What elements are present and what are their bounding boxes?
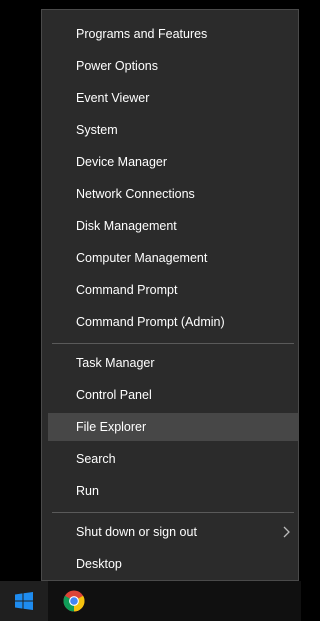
menu-item-computer-management[interactable]: Computer Management <box>48 244 298 272</box>
desktop-screen: Programs and Features Power Options Even… <box>0 0 301 621</box>
menu-item-disk-management[interactable]: Disk Management <box>48 212 298 240</box>
menu-item-power-options[interactable]: Power Options <box>48 52 298 80</box>
menu-item-shut-down-or-sign-out[interactable]: Shut down or sign out <box>48 518 298 546</box>
menu-item-search[interactable]: Search <box>48 445 298 473</box>
taskbar-chrome-button[interactable] <box>50 581 98 621</box>
chrome-icon <box>63 590 85 612</box>
menu-separator <box>52 343 294 344</box>
menu-item-device-manager[interactable]: Device Manager <box>48 148 298 176</box>
menu-item-network-connections[interactable]: Network Connections <box>48 180 298 208</box>
menu-item-label: Shut down or sign out <box>76 525 197 539</box>
menu-item-command-prompt-admin[interactable]: Command Prompt (Admin) <box>48 308 298 336</box>
menu-item-desktop[interactable]: Desktop <box>48 550 298 578</box>
menu-item-event-viewer[interactable]: Event Viewer <box>48 84 298 112</box>
menu-item-file-explorer[interactable]: File Explorer <box>48 413 298 441</box>
menu-item-run[interactable]: Run <box>48 477 298 505</box>
taskbar <box>0 581 301 621</box>
menu-item-command-prompt[interactable]: Command Prompt <box>48 276 298 304</box>
windows-logo-icon <box>15 592 33 610</box>
menu-item-control-panel[interactable]: Control Panel <box>48 381 298 409</box>
menu-item-programs-and-features[interactable]: Programs and Features <box>48 20 298 48</box>
winx-power-user-menu: Programs and Features Power Options Even… <box>41 9 299 581</box>
chevron-right-icon <box>283 526 290 538</box>
start-button[interactable] <box>0 581 48 621</box>
menu-separator <box>52 512 294 513</box>
menu-item-task-manager[interactable]: Task Manager <box>48 349 298 377</box>
menu-item-system[interactable]: System <box>48 116 298 144</box>
